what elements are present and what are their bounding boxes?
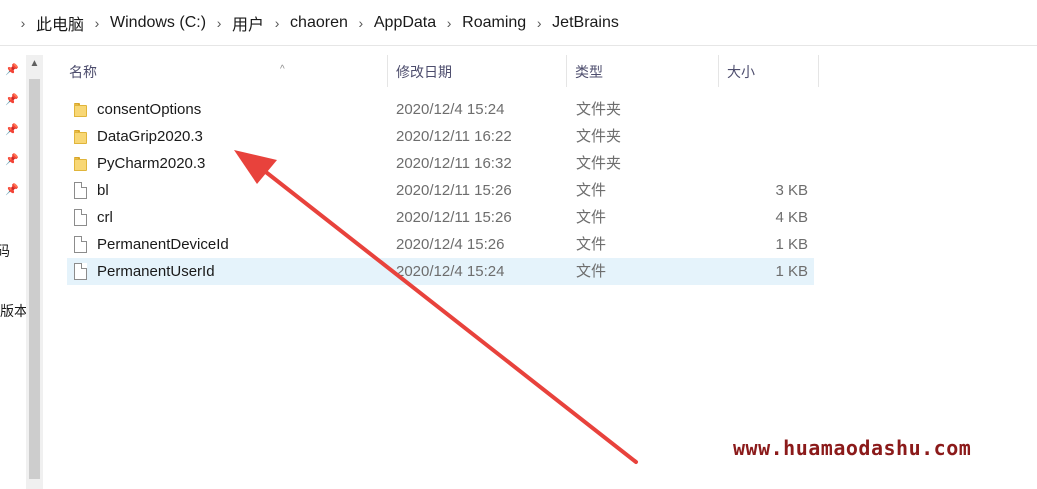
nav-item-label[interactable]: 版本 xyxy=(0,301,28,321)
file-type: 文件夹 xyxy=(576,128,622,145)
pin-icon[interactable]: 📌 xyxy=(5,63,19,77)
file-size: 3 KB xyxy=(775,182,808,199)
file-name: DataGrip2020.3 xyxy=(97,128,203,145)
file-modified: 2020/12/11 16:32 xyxy=(396,155,512,172)
file-type: 文件夹 xyxy=(576,155,622,172)
nav-item-label[interactable]: 码 xyxy=(0,241,10,261)
pin-icon[interactable]: 📌 xyxy=(5,123,19,137)
column-header-name[interactable]: 名称 ^ xyxy=(61,55,388,87)
file-modified: 2020/12/11 16:22 xyxy=(396,128,512,145)
folder-icon xyxy=(74,155,88,172)
address-bar[interactable]: › 此电脑 › Windows (C:) › 用户 › chaoren › Ap… xyxy=(0,0,1037,46)
file-icon xyxy=(74,263,87,280)
column-header-label: 修改日期 xyxy=(396,64,452,80)
pin-icon[interactable]: 📌 xyxy=(5,93,19,107)
file-modified: 2020/12/4 15:24 xyxy=(396,263,505,280)
chevron-right-icon[interactable]: › xyxy=(350,15,372,31)
navigation-pane: 📌 📌 📌 📌 📌 码 版本 xyxy=(0,55,28,489)
list-item-file[interactable]: PermanentDeviceId 2020/12/4 15:26 文件 1 K… xyxy=(67,231,814,258)
pin-icon[interactable]: 📌 xyxy=(5,153,19,167)
file-modified: 2020/12/4 15:24 xyxy=(396,101,505,118)
file-icon xyxy=(74,182,87,199)
file-name: crl xyxy=(97,209,113,226)
list-item-folder[interactable]: consentOptions 2020/12/4 15:24 文件夹 xyxy=(67,96,814,123)
folder-icon xyxy=(74,101,88,118)
chevron-right-icon[interactable]: › xyxy=(266,15,288,31)
column-header-size[interactable]: 大小 xyxy=(719,55,819,87)
file-name: PyCharm2020.3 xyxy=(97,155,206,172)
breadcrumb: › 此电脑 › Windows (C:) › 用户 › chaoren › Ap… xyxy=(12,0,621,46)
list-item-folder[interactable]: DataGrip2020.3 2020/12/11 16:22 文件夹 xyxy=(67,123,814,150)
pin-icon[interactable]: 📌 xyxy=(5,183,19,197)
list-item-file-selected[interactable]: PermanentUserId 2020/12/4 15:24 文件 1 KB xyxy=(67,258,814,285)
watermark: www.huamaodashu.com xyxy=(733,436,972,460)
column-header-label: 名称 xyxy=(69,64,97,80)
file-type: 文件 xyxy=(576,236,607,253)
chevron-right-icon[interactable]: › xyxy=(438,15,460,31)
column-header-label: 类型 xyxy=(575,64,603,80)
file-icon xyxy=(74,209,87,226)
file-name: PermanentDeviceId xyxy=(97,236,229,253)
file-icon xyxy=(74,236,87,253)
file-name: PermanentUserId xyxy=(97,263,215,280)
scroll-up-arrow-icon[interactable]: ▲ xyxy=(26,55,43,72)
file-modified: 2020/12/11 15:26 xyxy=(396,209,512,226)
file-type: 文件夹 xyxy=(576,101,622,118)
breadcrumb-item[interactable]: 用户 xyxy=(230,11,266,35)
chevron-right-icon[interactable]: › xyxy=(528,15,550,31)
file-type: 文件 xyxy=(576,182,607,199)
breadcrumb-item-current[interactable]: JetBrains xyxy=(550,14,621,32)
list-item-folder[interactable]: PyCharm2020.3 2020/12/11 16:32 文件夹 xyxy=(67,150,814,177)
breadcrumb-item[interactable]: 此电脑 xyxy=(34,11,86,35)
file-modified: 2020/12/4 15:26 xyxy=(396,236,505,253)
chevron-right-icon[interactable]: › xyxy=(208,15,230,31)
file-type: 文件 xyxy=(576,263,607,280)
breadcrumb-item[interactable]: Windows (C:) xyxy=(108,14,208,32)
breadcrumb-item[interactable]: AppData xyxy=(372,14,438,32)
file-size: 1 KB xyxy=(775,263,808,280)
list-item-file[interactable]: bl 2020/12/11 15:26 文件 3 KB xyxy=(67,177,814,204)
file-type: 文件 xyxy=(576,209,607,226)
folder-icon xyxy=(74,128,88,145)
column-header-row: 名称 ^ 修改日期 类型 大小 xyxy=(43,55,1037,87)
file-name: bl xyxy=(97,182,109,199)
column-header-type[interactable]: 类型 xyxy=(567,55,719,87)
scrollbar-thumb[interactable] xyxy=(29,79,40,479)
file-name: consentOptions xyxy=(97,101,202,118)
chevron-right-icon[interactable]: › xyxy=(12,15,34,31)
breadcrumb-item[interactable]: Roaming xyxy=(460,14,528,32)
sort-ascending-icon: ^ xyxy=(280,64,285,75)
list-item-file[interactable]: crl 2020/12/11 15:26 文件 4 KB xyxy=(67,204,814,231)
breadcrumb-item[interactable]: chaoren xyxy=(288,14,350,32)
file-size: 1 KB xyxy=(775,236,808,253)
column-header-label: 大小 xyxy=(727,64,755,80)
scrollbar[interactable]: ▲ xyxy=(26,55,43,489)
file-modified: 2020/12/11 15:26 xyxy=(396,182,512,199)
column-header-modified[interactable]: 修改日期 xyxy=(388,55,567,87)
file-size: 4 KB xyxy=(775,209,808,226)
chevron-right-icon[interactable]: › xyxy=(86,15,108,31)
